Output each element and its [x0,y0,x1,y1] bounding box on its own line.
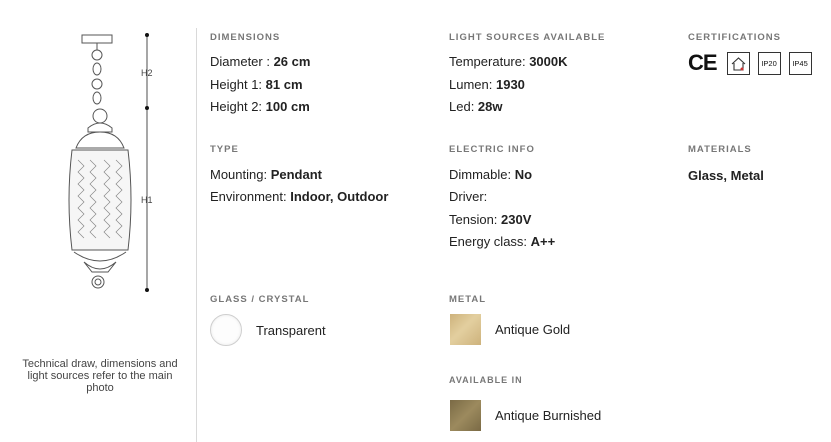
certifications-icons: CE IP20 IP45 [688,50,820,76]
ip20-icon: IP20 [757,51,781,75]
available-option-label: Antique Burnished [495,408,602,423]
mounting-line: Mounting: Pendant [210,167,322,182]
available-in-title: AVAILABLE IN [449,375,523,385]
glass-option-transparent[interactable]: Transparent [210,314,326,346]
metal-option-label: Antique Gold [495,322,571,337]
lamp-technical-drawing: H2 H1 [68,33,153,292]
led-line: Led: 28w [449,99,503,114]
transparent-swatch[interactable] [210,314,242,346]
certifications-title: CERTIFICATIONS [688,32,781,43]
driver-line: Driver: [449,189,488,204]
antique-gold-swatch[interactable] [450,314,481,345]
light-sources-title: LIGHT SOURCES AVAILABLE [449,32,606,43]
h1-label: H1 [141,195,153,205]
vertical-divider [196,28,197,442]
glass-option-label: Transparent [256,322,326,338]
type-title: TYPE [210,144,239,155]
dimensions-title: DIMENSIONS [210,32,281,43]
indoor-house-icon [726,51,750,75]
electric-info-title: ELECTRIC INFO [449,144,535,155]
dimmable-line: Dimmable: No [449,167,533,182]
technical-drawing-panel: H2 H1 Technical draw, dimensions and lig… [0,0,197,442]
ip45-icon: IP45 [788,51,812,75]
ce-mark-icon: CE [688,50,718,75]
materials-value: Glass, Metal [688,168,764,183]
tension-line: Tension: 230V [449,212,532,227]
antique-burnished-swatch[interactable] [450,400,481,431]
diameter-line: Diameter : 26 cm [210,54,311,69]
materials-title: MATERIALS [688,144,752,155]
lumen-line: Lumen: 1930 [449,77,525,92]
energy-class-line: Energy class: A++ [449,234,556,249]
temperature-line: Temperature: 3000K [449,54,568,69]
environment-line: Environment: Indoor, Outdoor [210,189,389,204]
metal-option-antique-gold[interactable]: Antique Gold [450,314,570,345]
drawing-caption: Technical draw, dimensions and light sou… [22,358,178,394]
height1-line: Height 1: 81 cm [210,77,303,92]
metal-title: METAL [449,294,487,305]
h2-label: H2 [141,68,153,78]
glass-title: GLASS / CRYSTAL [210,294,310,305]
metal-option-antique-burnished[interactable]: Antique Burnished [450,400,601,431]
height2-line: Height 2: 100 cm [210,99,310,114]
